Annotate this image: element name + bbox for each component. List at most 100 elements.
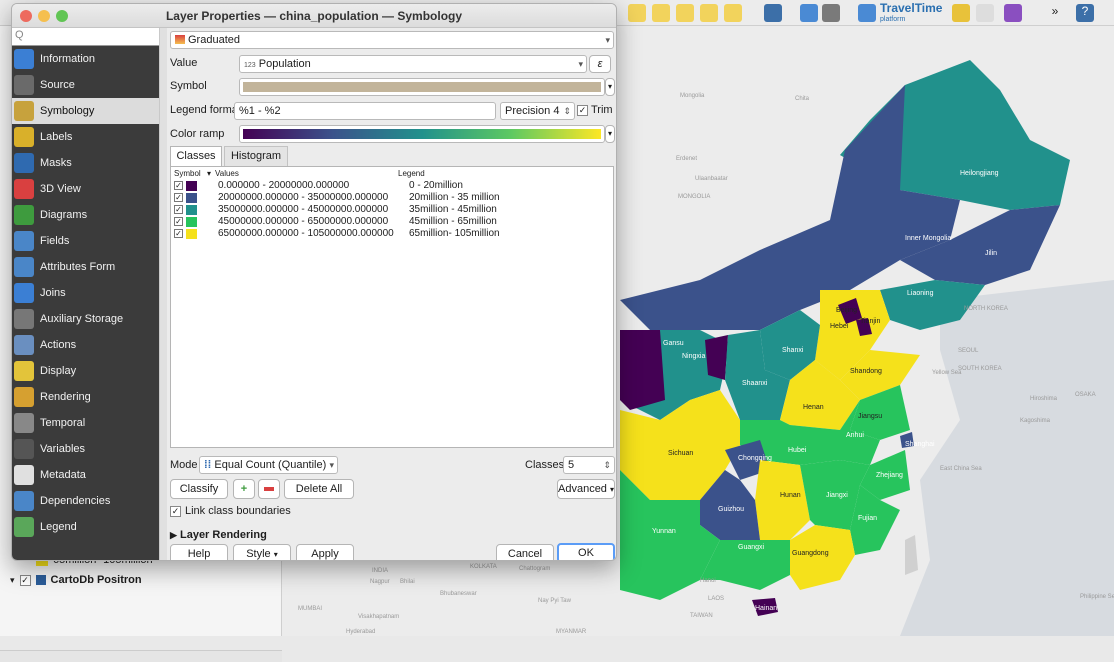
class-color-swatch[interactable] (186, 180, 197, 191)
advanced-button[interactable]: Advanced ▾ (557, 479, 615, 499)
chevron-down-icon[interactable]: ▾ (10, 575, 15, 586)
sidebar-item-rendering[interactable]: Rendering (12, 384, 159, 410)
help-button[interactable]: Help (170, 544, 228, 560)
class-visibility-checkbox[interactable]: ✓ (174, 229, 183, 238)
sidebar-item-fields[interactable]: Fields (12, 228, 159, 254)
classes-spinbox[interactable]: 5 ⇕ (563, 456, 615, 474)
plugin-icon[interactable] (822, 4, 840, 22)
class-visibility-checkbox[interactable]: ✓ (174, 217, 183, 226)
class-color-swatch[interactable] (186, 216, 197, 227)
sidebar-item-actions[interactable]: Actions (12, 332, 159, 358)
column-header-values[interactable]: Values (215, 169, 239, 178)
label-tool-icon[interactable] (628, 4, 646, 22)
classes-table[interactable]: Symbol ▾ Values Legend ✓ 0.000000 - 20000… (170, 166, 614, 448)
sidebar-item-information[interactable]: Information (12, 46, 159, 72)
checkbox-icon[interactable]: ✓ (577, 104, 588, 116)
dialog-titlebar[interactable]: Layer Properties — china_population — Sy… (12, 4, 616, 28)
class-visibility-checkbox[interactable]: ✓ (174, 193, 183, 202)
class-color-swatch[interactable] (186, 204, 197, 215)
remove-class-button[interactable] (258, 479, 280, 499)
sidebar-item-labels[interactable]: Labels (12, 124, 159, 150)
tab-classes[interactable]: Classes (170, 146, 222, 166)
plugin-icon[interactable] (764, 4, 782, 22)
class-row[interactable]: ✓ 65000000.000000 - 105000000.000000 65mil… (174, 228, 500, 239)
plugin-icon[interactable] (976, 4, 994, 22)
sidebar-search-input[interactable]: Q (12, 28, 159, 46)
sidebar-item-display[interactable]: Display (12, 358, 159, 384)
class-legend[interactable]: 45million - 65million (409, 216, 497, 227)
chevron-right-icon[interactable]: ▶ (170, 530, 177, 540)
symbol-menu-button[interactable]: ▾ (605, 78, 615, 96)
class-values[interactable]: 45000000.000000 - 65000000.000000 (218, 216, 409, 227)
class-legend[interactable]: 0 - 20million (409, 180, 463, 191)
class-values[interactable]: 35000000.000000 - 45000000.000000 (218, 204, 409, 215)
overflow-chevron-icon[interactable]: » (1046, 4, 1064, 22)
class-color-swatch[interactable] (186, 228, 197, 239)
sidebar-item-attributes-form[interactable]: Attributes Form (12, 254, 159, 280)
sidebar-item-diagrams[interactable]: Diagrams (12, 202, 159, 228)
class-visibility-checkbox[interactable]: ✓ (174, 205, 183, 214)
renderer-select[interactable]: Graduated ▾ (170, 31, 614, 49)
trim-checkbox[interactable]: ✓ Trim (577, 104, 613, 116)
label-tool-icon[interactable] (724, 4, 742, 22)
sidebar-item-dependencies[interactable]: Dependencies (12, 488, 159, 514)
class-row[interactable]: ✓ 35000000.000000 - 45000000.000000 35mill… (174, 204, 497, 215)
class-values[interactable]: 65000000.000000 - 105000000.000000 (218, 228, 409, 239)
style-button[interactable]: Style ▾ (233, 544, 291, 560)
plugin-icon[interactable] (952, 4, 970, 22)
sort-indicator-icon[interactable]: ▾ (207, 169, 211, 178)
class-legend[interactable]: 65million- 105million (409, 228, 500, 239)
color-ramp-menu-button[interactable]: ▾ (605, 125, 615, 143)
ok-button[interactable]: OK (557, 543, 615, 560)
class-values[interactable]: 0.000000 - 20000000.000000 (218, 180, 409, 191)
python-icon[interactable] (800, 4, 818, 22)
sidebar-item-joins[interactable]: Joins (12, 280, 159, 306)
layer-item-basemap[interactable]: ▾ ✓ CartoDb Positron (10, 574, 142, 586)
link-boundaries-checkbox[interactable]: ✓ Link class boundaries (170, 505, 291, 517)
cancel-button[interactable]: Cancel (496, 544, 554, 560)
classify-button[interactable]: Classify (170, 479, 228, 499)
column-header-symbol[interactable]: Symbol (174, 169, 201, 178)
class-legend[interactable]: 20million - 35 million (409, 192, 500, 203)
tab-histogram[interactable]: Histogram (224, 146, 288, 166)
sidebar-scrollbar[interactable] (159, 28, 167, 560)
class-color-swatch[interactable] (186, 192, 197, 203)
class-legend[interactable]: 35million - 45million (409, 204, 497, 215)
plugin-icon[interactable] (1004, 4, 1022, 22)
label-tool-icon[interactable] (700, 4, 718, 22)
legend-format-input[interactable]: %1 - %2 (234, 102, 496, 120)
sidebar-item-legend[interactable]: Legend (12, 514, 159, 540)
checkbox-icon[interactable]: ✓ (170, 505, 181, 517)
symbol-button[interactable] (239, 78, 605, 96)
layer-visibility-checkbox[interactable]: ✓ (19, 574, 31, 586)
sidebar-item-masks[interactable]: Masks (12, 150, 159, 176)
class-visibility-checkbox[interactable]: ✓ (174, 181, 183, 190)
class-row[interactable]: ✓ 20000000.000000 - 35000000.000000 20mill… (174, 192, 500, 203)
label-tool-icon[interactable] (676, 4, 694, 22)
class-values[interactable]: 20000000.000000 - 35000000.000000 (218, 192, 409, 203)
column-header-legend[interactable]: Legend (398, 169, 425, 178)
traveltime-label[interactable]: TravelTime platform (880, 2, 942, 25)
help-icon[interactable]: ? (1076, 4, 1094, 22)
mode-select[interactable]: ⁞⁞ Equal Count (Quantile) ▾ (199, 456, 338, 474)
traveltime-icon[interactable] (858, 4, 876, 22)
sidebar-item-temporal[interactable]: Temporal (12, 410, 159, 436)
value-field-select[interactable]: 123 Population ▾ (239, 55, 587, 73)
sidebar-item-metadata[interactable]: Metadata (12, 462, 159, 488)
label-tool-icon[interactable] (652, 4, 670, 22)
sidebar-item-auxiliary-storage[interactable]: Auxiliary Storage (12, 306, 159, 332)
sidebar-item-symbology[interactable]: Symbology (12, 98, 159, 124)
color-ramp-button[interactable] (239, 125, 605, 143)
apply-button[interactable]: Apply (296, 544, 354, 560)
sidebar-item-variables[interactable]: Variables (12, 436, 159, 462)
add-class-icon[interactable]: + (233, 479, 255, 499)
expression-button[interactable]: ε (589, 55, 611, 73)
class-row[interactable]: ✓ 0.000000 - 20000000.000000 0 - 20million (174, 180, 463, 191)
delete-all-button[interactable]: Delete All (284, 479, 354, 499)
horizontal-scrollbar[interactable] (0, 650, 282, 662)
precision-spinbox[interactable]: Precision 4 ⇕ (500, 102, 575, 120)
layer-rendering-section[interactable]: ▶ Layer Rendering (170, 529, 267, 541)
sidebar-item-source[interactable]: Source (12, 72, 159, 98)
class-row[interactable]: ✓ 45000000.000000 - 65000000.000000 45mill… (174, 216, 497, 227)
sidebar-item-3d-view[interactable]: 3D View (12, 176, 159, 202)
